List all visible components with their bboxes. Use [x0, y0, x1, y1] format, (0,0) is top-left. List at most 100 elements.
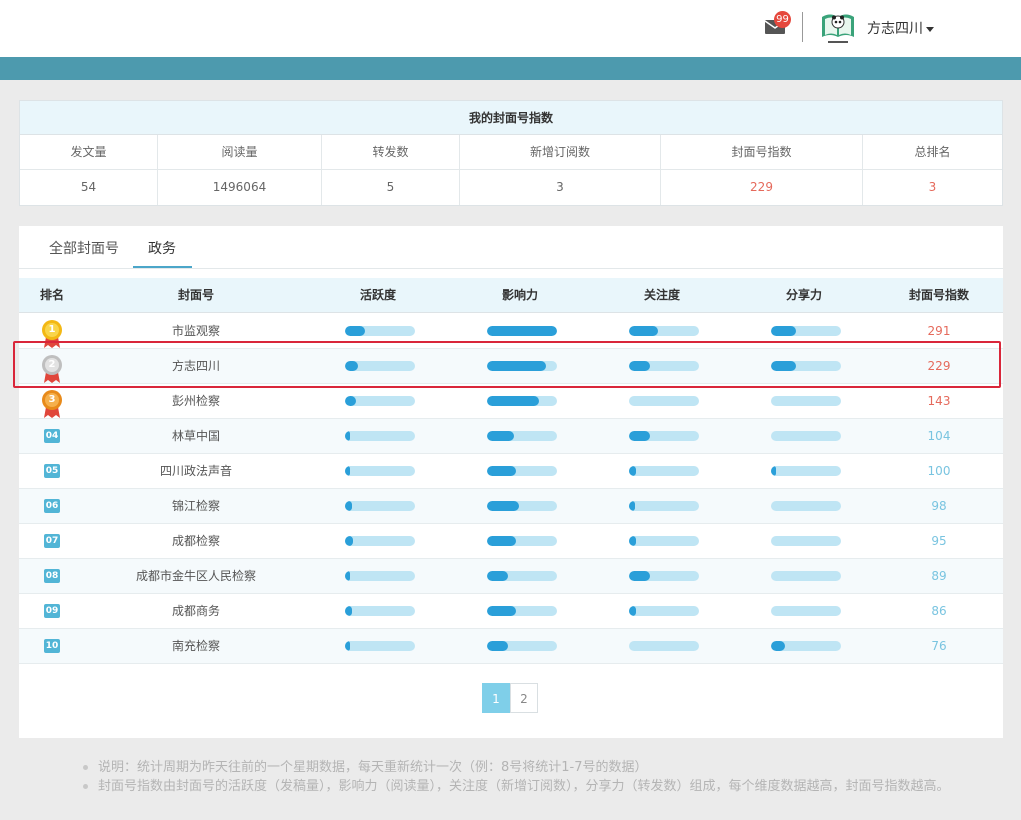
activity-bar-fill — [345, 536, 354, 546]
account-name[interactable]: 南充检察 — [85, 629, 307, 663]
read-count: 1496064 — [158, 170, 322, 205]
attention-bar — [629, 501, 699, 511]
column-header: 发文量 — [20, 135, 158, 169]
column-header: 关注度 — [643, 288, 680, 302]
rank-badge: 09 — [44, 604, 60, 618]
column-header: 新增订阅数 — [460, 135, 661, 169]
cover-index-score: 76 — [931, 639, 947, 653]
rank-badge: 05 — [44, 464, 60, 478]
share-bar-fill — [771, 466, 776, 476]
influence-bar-fill — [487, 606, 517, 616]
table-row: 04 林草中国 104 — [19, 419, 1003, 454]
panel-title: 我的封面号指数 — [20, 101, 1002, 135]
influence-bar — [487, 606, 557, 616]
user-menu[interactable]: 方志四川 — [867, 18, 934, 38]
attention-bar — [629, 571, 699, 581]
notes: 说明：统计周期为昨天往前的一个星期数据，每天重新统计一次（例：8号将统计1-7号… — [82, 758, 1002, 796]
rank-badge: 10 — [44, 639, 60, 653]
influence-bar — [487, 431, 557, 441]
activity-bar — [345, 396, 415, 406]
influence-bar-fill — [487, 431, 514, 441]
activity-bar — [345, 641, 415, 651]
column-header: 阅读量 — [158, 135, 322, 169]
share-bar — [771, 431, 841, 441]
ranking-table-header: 排名 封面号 活跃度 影响力 关注度 分享力 封面号指数 — [19, 278, 1003, 313]
influence-bar-fill — [487, 571, 508, 581]
note-item: 说明：统计周期为昨天往前的一个星期数据，每天重新统计一次（例：8号将统计1-7号… — [82, 758, 1002, 777]
table-row: 3 彭州检察 143 — [19, 384, 1003, 419]
activity-bar — [345, 536, 415, 546]
attention-bar-fill — [629, 606, 636, 616]
activity-bar-fill — [345, 326, 365, 336]
account-name[interactable]: 成都市金牛区人民检察 — [85, 559, 307, 593]
activity-bar-fill — [345, 466, 350, 476]
attention-bar — [629, 536, 699, 546]
rank-number: 1 — [48, 324, 56, 335]
influence-bar-fill — [487, 501, 520, 511]
table-row: 07 成都检察 95 — [19, 524, 1003, 559]
share-count: 5 — [322, 170, 460, 205]
attention-bar-fill — [629, 536, 636, 546]
influence-bar — [487, 641, 557, 651]
share-bar — [771, 466, 841, 476]
panda-book-logo-icon[interactable] — [818, 9, 858, 47]
pagination: 1 2 — [482, 683, 538, 713]
share-bar-fill — [771, 326, 797, 336]
activity-bar — [345, 326, 415, 336]
table-row: 05 四川政法声音 100 — [19, 454, 1003, 489]
header-divider — [802, 12, 803, 42]
share-bar — [771, 396, 841, 406]
my-index-panel: 我的封面号指数 发文量 阅读量 转发数 新增订阅数 封面号指数 总排名 54 1… — [19, 100, 1003, 206]
attention-bar-fill — [629, 571, 650, 581]
influence-bar-fill — [487, 326, 557, 336]
influence-bar — [487, 396, 557, 406]
activity-bar-fill — [345, 431, 350, 441]
ranking-panel: 全部封面号 政务 排名 封面号 活跃度 影响力 关注度 分享力 封面号指数 1市… — [19, 226, 1003, 738]
influence-bar-fill — [487, 466, 517, 476]
table-row: 10 南充检察 76 — [19, 629, 1003, 664]
account-name[interactable]: 成都商务 — [85, 594, 307, 628]
share-bar — [771, 536, 841, 546]
index-header-row: 发文量 阅读量 转发数 新增订阅数 封面号指数 总排名 — [20, 135, 1002, 170]
attention-bar-fill — [629, 431, 650, 441]
table-row: 09 成都商务 86 — [19, 594, 1003, 629]
index-value-row: 54 1496064 5 3 229 3 — [20, 170, 1002, 205]
share-bar — [771, 501, 841, 511]
influence-bar — [487, 466, 557, 476]
page-button[interactable]: 1 — [482, 683, 510, 713]
attention-bar — [629, 431, 699, 441]
activity-bar-fill — [345, 571, 350, 581]
activity-bar — [345, 571, 415, 581]
column-header: 分享力 — [785, 288, 822, 302]
account-name[interactable]: 成都检察 — [85, 524, 307, 558]
table-row: 08 成都市金牛区人民检察 89 — [19, 559, 1003, 594]
highlight-box — [13, 341, 1001, 388]
attention-bar — [629, 396, 699, 406]
tab-all[interactable]: 全部封面号 — [49, 238, 119, 258]
note-item: 封面号指数由封面号的活跃度（发稿量），影响力（阅读量），关注度（新增订阅数），分… — [82, 777, 1002, 796]
influence-bar-fill — [487, 641, 508, 651]
column-header: 影响力 — [501, 288, 538, 302]
share-bar-fill — [771, 641, 785, 651]
column-header: 活跃度 — [359, 288, 396, 302]
activity-bar — [345, 501, 415, 511]
rank-badge: 06 — [44, 499, 60, 513]
unread-count-badge: 99 — [774, 11, 791, 28]
account-name[interactable]: 四川政法声音 — [85, 454, 307, 488]
active-tab-indicator — [133, 266, 192, 268]
rank-badge: 04 — [44, 429, 60, 443]
chevron-down-icon — [926, 26, 934, 32]
tab-government[interactable]: 政务 — [148, 238, 176, 258]
rank-badge: 07 — [44, 534, 60, 548]
account-name[interactable]: 林草中国 — [85, 419, 307, 453]
new-subscriber-count: 3 — [460, 170, 661, 205]
account-name[interactable]: 锦江检察 — [85, 489, 307, 523]
influence-bar — [487, 536, 557, 546]
account-name[interactable]: 彭州检察 — [85, 384, 307, 418]
attention-bar — [629, 606, 699, 616]
activity-bar-fill — [345, 396, 357, 406]
influence-bar — [487, 571, 557, 581]
table-row: 06 锦江检察 98 — [19, 489, 1003, 524]
rank-number: 3 — [48, 394, 56, 405]
page-button[interactable]: 2 — [510, 683, 538, 713]
